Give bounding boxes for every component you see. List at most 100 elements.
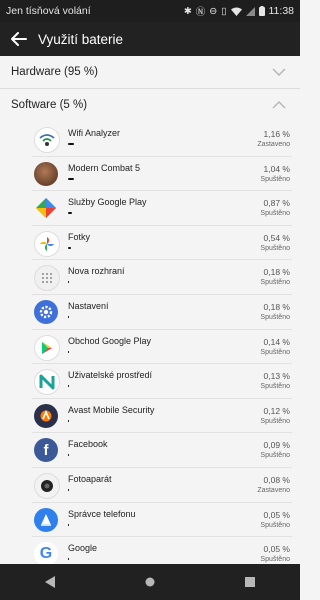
- app-status: Spuštěno: [260, 210, 290, 218]
- app-name: Nastavení: [68, 300, 109, 311]
- camera-icon: [34, 472, 60, 499]
- app-status: Spuštěno: [260, 244, 290, 252]
- usage-bar: [68, 177, 74, 180]
- app-usage-list: Wifi Analyzer 1,16 % Zastaveno Modern Co…: [0, 122, 300, 572]
- status-bar: Jen tísňová volání ✱ Ⓝ ⊖ ▯ 11:38: [0, 0, 300, 22]
- app-name: Wifi Analyzer: [68, 128, 121, 138]
- usage-percent: 1,04 %: [263, 163, 290, 174]
- battery-icon: [258, 6, 265, 16]
- app-status: Zastaveno: [257, 486, 290, 494]
- usage-bar: [68, 523, 69, 526]
- usage-percent: 0,18 %: [263, 267, 290, 278]
- list-item[interactable]: Nova rozhraní 0,18 % Spuštěno: [0, 260, 300, 295]
- app-name: Správce telefonu: [68, 508, 136, 519]
- usage-bar: [68, 558, 69, 561]
- wifi-icon: [230, 7, 242, 16]
- nav-back-button[interactable]: [30, 564, 70, 600]
- list-item[interactable]: Fotoaparát 0,08 % Zastaveno: [0, 468, 300, 503]
- list-item[interactable]: Fotky 0,54 % Spuštěno: [0, 226, 300, 261]
- list-item[interactable]: Avast Mobile Security 0,12 % Spuštěno: [0, 399, 300, 434]
- signal-icon: [245, 6, 255, 16]
- user-interface-icon: [34, 369, 60, 396]
- page-title: Využití baterie: [38, 31, 124, 47]
- usage-percent: 0,54 %: [263, 232, 290, 243]
- list-item[interactable]: Wifi Analyzer 1,16 % Zastaveno: [0, 122, 300, 157]
- app-status: Spuštěno: [260, 383, 290, 391]
- settings-gear-icon: [34, 299, 58, 324]
- app-name: Facebook: [68, 439, 108, 450]
- usage-percent: 0,13 %: [263, 371, 290, 382]
- facebook-icon: f: [34, 438, 58, 463]
- chevron-up-icon: [272, 101, 286, 109]
- app-name: Služby Google Play: [68, 197, 147, 208]
- usage-percent: 0,12 %: [263, 405, 290, 416]
- usage-bar: [68, 454, 69, 457]
- nav-recents-button[interactable]: [230, 564, 270, 600]
- back-button[interactable]: [0, 22, 38, 56]
- app-status: Spuštěno: [260, 279, 290, 287]
- emergency-calls-only-text: Jen tísňová volání: [6, 5, 91, 17]
- usage-bar: [68, 212, 72, 215]
- app-status: Spuštěno: [260, 175, 290, 183]
- usage-percent: 0,09 %: [263, 440, 290, 451]
- bluetooth-icon: ✱: [183, 5, 192, 17]
- usage-percent: 0,18 %: [263, 301, 290, 312]
- list-item[interactable]: Správce telefonu 0,05 % Spuštěno: [0, 503, 300, 538]
- app-name: Avast Mobile Security: [68, 404, 155, 415]
- usage-percent: 0,05 %: [263, 544, 290, 555]
- back-arrow-icon: [11, 32, 27, 46]
- app-name: Uživatelské prostředí: [68, 370, 153, 381]
- wifi-analyzer-icon: [34, 127, 60, 153]
- recents-square-icon: [245, 577, 255, 587]
- usage-bar: [68, 419, 69, 422]
- usage-percent: 0,08 %: [263, 474, 290, 485]
- app-name: Google: [68, 543, 98, 554]
- usage-bar: [68, 385, 69, 388]
- list-item[interactable]: Uživatelské prostředí 0,13 % Spuštěno: [0, 364, 300, 399]
- app-name: Fotky: [68, 231, 91, 242]
- navigation-bar: [0, 564, 300, 600]
- avast-icon: [34, 403, 58, 428]
- usage-percent: 1,16 %: [263, 129, 290, 139]
- list-item[interactable]: f Facebook 0,09 % Spuštěno: [0, 433, 300, 468]
- chevron-down-icon: [272, 68, 286, 76]
- back-triangle-icon: [45, 576, 55, 588]
- app-bar: Využití baterie: [0, 22, 300, 56]
- app-name: Fotoaparát: [68, 473, 112, 484]
- google-play-services-icon: [34, 196, 58, 220]
- usage-bar: [68, 143, 74, 145]
- usage-percent: 0,87 %: [263, 198, 290, 209]
- list-item[interactable]: Modern Combat 5 1,04 % Spuštěno: [0, 157, 300, 192]
- app-status: Spuštěno: [260, 521, 290, 529]
- status-icons: ✱ Ⓝ ⊖ ▯: [184, 4, 269, 18]
- nfc-icon: Ⓝ: [195, 7, 206, 18]
- app-name: Obchod Google Play: [68, 335, 152, 346]
- vibrate-icon: ▯: [221, 5, 227, 17]
- clock-time: 11:38: [268, 5, 295, 17]
- app-status: Spuštěno: [260, 417, 290, 425]
- list-item[interactable]: Nastavení 0,18 % Spuštěno: [0, 295, 300, 330]
- app-status: Spuštěno: [260, 452, 290, 460]
- hardware-section-header[interactable]: Hardware (95 %): [0, 56, 300, 88]
- usage-bar: [68, 488, 69, 491]
- software-section-title: Software (5 %): [11, 99, 88, 111]
- usage-bar: [68, 281, 69, 284]
- list-item[interactable]: Obchod Google Play 0,14 % Spuštěno: [0, 330, 300, 365]
- google-play-store-icon: [34, 334, 60, 361]
- nav-home-button[interactable]: [130, 564, 170, 600]
- list-item[interactable]: Služby Google Play 0,87 % Spuštěno: [0, 191, 300, 226]
- app-status: Spuštěno: [260, 556, 290, 564]
- usage-bar: [68, 246, 71, 249]
- google-icon: G: [34, 542, 58, 567]
- app-status: Spuštěno: [260, 348, 290, 356]
- phone-manager-icon: [34, 507, 58, 532]
- hardware-section-title: Hardware (95 %): [11, 66, 98, 78]
- app-name: Nova rozhraní: [68, 266, 125, 277]
- nova-interface-icon: [34, 265, 60, 292]
- app-status: Spuštěno: [260, 313, 290, 321]
- software-section-header[interactable]: Software (5 %): [0, 89, 300, 121]
- google-photos-icon: [34, 230, 60, 257]
- do-not-disturb-icon: ⊖: [209, 5, 218, 17]
- app-name: Modern Combat 5: [68, 162, 141, 173]
- usage-percent: 0,14 %: [263, 336, 290, 347]
